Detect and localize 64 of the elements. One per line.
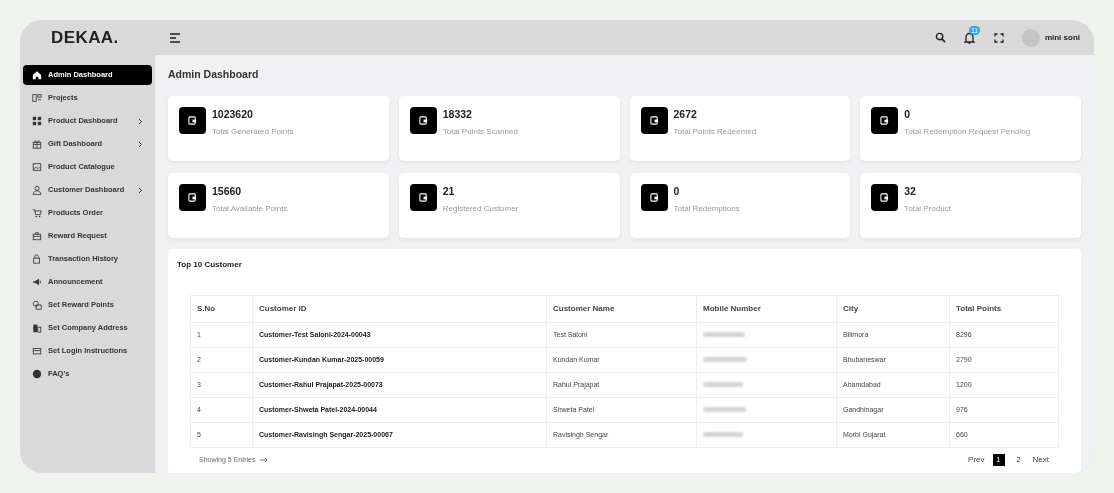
column-header: Total Points bbox=[949, 295, 1059, 323]
cart-icon bbox=[32, 208, 42, 218]
chevron-right-icon[interactable] bbox=[138, 186, 143, 194]
menu-icon[interactable] bbox=[169, 32, 181, 43]
stat-label: Total Available Points bbox=[212, 202, 288, 215]
page-button[interactable]: 1 bbox=[992, 453, 1005, 466]
column-header: S.No bbox=[190, 295, 253, 323]
stat-label: Total Generated Points bbox=[212, 125, 294, 138]
user-name[interactable]: mini soni bbox=[1044, 31, 1080, 44]
fullscreen-icon[interactable] bbox=[993, 32, 1004, 43]
wallet-icon bbox=[640, 106, 668, 134]
stat-value: 2672 bbox=[673, 106, 698, 121]
page-button[interactable]: 2 bbox=[1012, 453, 1025, 466]
next-link[interactable]: Next bbox=[1032, 453, 1049, 466]
table-title: Top 10 Customer bbox=[177, 258, 243, 271]
column-header: Customer Name bbox=[546, 295, 697, 323]
wallet-icon bbox=[640, 183, 668, 211]
stat-value: 0 bbox=[673, 183, 681, 198]
coins-icon bbox=[32, 300, 42, 310]
bell-icon[interactable] bbox=[963, 31, 975, 44]
megaphone-icon bbox=[32, 277, 42, 287]
stat-label: Total Product bbox=[904, 202, 951, 215]
stat-value: 32 bbox=[904, 183, 917, 198]
wallet-icon bbox=[409, 106, 437, 134]
wallet-icon bbox=[871, 183, 899, 211]
wallet-icon bbox=[871, 106, 899, 134]
page-title: Admin Dashboard bbox=[168, 67, 260, 82]
blurred-mobile-number bbox=[703, 332, 745, 338]
lock-icon bbox=[32, 254, 42, 264]
column-header: City bbox=[836, 295, 950, 323]
stat-value: 21 bbox=[442, 183, 456, 198]
wallet-icon bbox=[409, 183, 437, 211]
column-header: Mobile Number bbox=[696, 295, 837, 323]
blurred-mobile-number bbox=[703, 432, 743, 438]
layout-icon bbox=[32, 93, 42, 103]
wallet-icon bbox=[179, 183, 206, 211]
stat-label: Registered Customer bbox=[442, 202, 519, 215]
briefcase-icon bbox=[32, 231, 42, 241]
stat-value: 0 bbox=[904, 106, 912, 121]
user-icon bbox=[32, 185, 42, 195]
blurred-mobile-number bbox=[703, 407, 746, 413]
card-icon bbox=[32, 346, 42, 356]
stat-value: 18332 bbox=[442, 106, 473, 121]
blurred-mobile-number bbox=[703, 357, 747, 363]
search-icon[interactable] bbox=[934, 32, 946, 43]
stat-label: Total Redemptions bbox=[673, 202, 740, 215]
chevron-right-icon[interactable] bbox=[138, 140, 143, 148]
stat-label: Total Redemption Request Pending bbox=[904, 125, 1031, 138]
stat-value: 1023620 bbox=[212, 106, 254, 121]
chevron-right-icon[interactable] bbox=[138, 117, 143, 125]
home-icon bbox=[32, 70, 42, 80]
image-icon bbox=[32, 162, 42, 172]
stat-label: Total Points Redeemed bbox=[673, 125, 757, 138]
stat-value: 15660 bbox=[212, 183, 243, 198]
stat-label: Total Points Scanned bbox=[442, 125, 518, 138]
column-header: Customer ID bbox=[252, 295, 547, 323]
grid-icon bbox=[32, 116, 42, 126]
building-icon bbox=[32, 323, 42, 333]
wallet-icon bbox=[179, 106, 206, 134]
gift-icon bbox=[32, 139, 42, 149]
prev-link[interactable]: Prev bbox=[968, 453, 985, 466]
arrow-right-icon bbox=[260, 456, 269, 463]
logo: DEKAA. bbox=[51, 26, 119, 49]
blurred-mobile-number bbox=[703, 382, 743, 388]
